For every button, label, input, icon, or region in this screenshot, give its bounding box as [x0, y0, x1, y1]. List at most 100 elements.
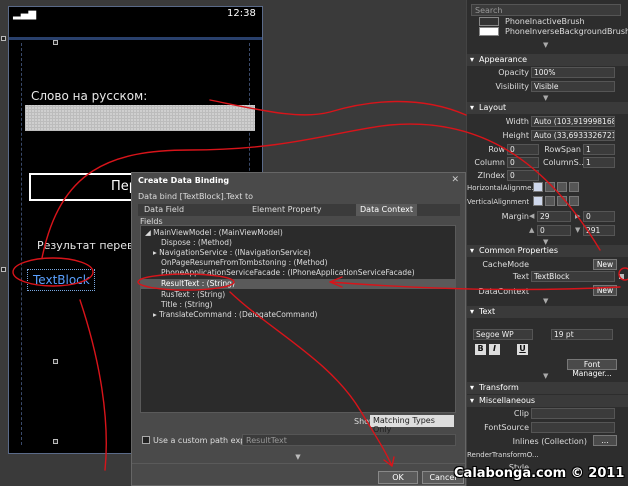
inlines-label: Inlines (Collection): [512, 437, 587, 446]
cachemode-label: CacheMode: [482, 260, 529, 269]
brush-swatch: [479, 17, 499, 26]
opacity-field[interactable]: 100%: [531, 67, 615, 78]
columnspan-field[interactable]: 1: [583, 157, 615, 168]
zindex-field[interactable]: 0: [507, 170, 539, 181]
advanced-options-marker[interactable]: [619, 274, 624, 279]
underline-button[interactable]: U: [517, 344, 528, 355]
chevron-down-icon[interactable]: ▼: [543, 41, 548, 49]
tab-data-context[interactable]: Data Context: [356, 204, 417, 216]
section-transform[interactable]: Transform: [467, 382, 628, 394]
brush-name: PhoneInactiveBrush: [505, 17, 585, 26]
datacontext-label: DataContext: [478, 287, 529, 296]
align-left-icon[interactable]: [533, 182, 543, 192]
grid-line: [21, 43, 22, 445]
create-data-binding-dialog: Create Data Binding ✕ Data bind [TextBlo…: [131, 172, 466, 486]
inlines-edit-button[interactable]: ...: [593, 435, 617, 446]
width-field[interactable]: Auto (103,9199981689...: [531, 116, 615, 127]
watermark: Calabonga.com © 2011: [454, 466, 625, 481]
tree-item[interactable]: ◢ MainViewModel : (MainViewModel): [141, 228, 455, 238]
section-miscellaneous[interactable]: Miscellaneous: [467, 395, 628, 407]
title-bar: [9, 37, 262, 40]
section-layout[interactable]: Layout: [467, 102, 628, 114]
tab-data-field[interactable]: Data Field: [140, 204, 188, 216]
halign-label: HorizontalAlignme...: [467, 184, 539, 192]
visibility-label: Visibility: [495, 82, 529, 91]
clip-field[interactable]: [531, 408, 615, 419]
show-filter-select[interactable]: Matching Types Only: [370, 415, 454, 434]
tree-item[interactable]: PhoneApplicationServiceFacade : (IPhoneA…: [141, 268, 455, 278]
align-center-icon[interactable]: [545, 182, 555, 192]
align-right-icon[interactable]: [557, 182, 567, 192]
custom-path-input[interactable]: ResultText: [242, 434, 456, 446]
close-icon[interactable]: ✕: [451, 175, 459, 185]
opacity-label: Opacity: [498, 68, 529, 77]
width-label: Width: [505, 117, 529, 126]
align-top-icon[interactable]: [533, 196, 543, 206]
section-common-properties[interactable]: Common Properties: [467, 245, 628, 257]
height-label: Height: [502, 131, 529, 140]
tree-item[interactable]: ▸ TranslateCommand : (DelegateCommand): [141, 310, 455, 320]
font-manager-button[interactable]: Font Manager...: [567, 359, 617, 378]
properties-panel: Search PhoneInactiveBrush PhoneInverseBa…: [466, 0, 628, 486]
resize-handle[interactable]: [53, 359, 58, 364]
selection-handle[interactable]: [1, 36, 6, 41]
font-size-select[interactable]: 19 pt: [551, 329, 613, 340]
result-textblock[interactable]: TextBlock: [27, 269, 95, 291]
arrow-down-icon: ▼: [575, 226, 581, 234]
cachemode-new-button[interactable]: New: [593, 259, 617, 270]
selection-handle[interactable]: [1, 267, 6, 272]
column-field[interactable]: 0: [507, 157, 539, 168]
align-stretch-icon[interactable]: [569, 182, 579, 192]
row-field[interactable]: 0: [507, 144, 539, 155]
align-middle-icon[interactable]: [545, 196, 555, 206]
resize-handle[interactable]: [53, 439, 58, 444]
margin-top-field[interactable]: 0: [537, 225, 571, 236]
rendertransformorigin-label: RenderTransformO...: [467, 451, 539, 459]
tree-item[interactable]: Dispose : (Method): [141, 238, 455, 248]
row-label: Row: [488, 145, 505, 154]
tree-item[interactable]: Title : (String): [141, 300, 455, 310]
russian-word-input[interactable]: [25, 105, 255, 131]
columnspan-label: ColumnS...: [543, 158, 587, 167]
visibility-select[interactable]: Visible: [531, 81, 615, 92]
rowspan-field[interactable]: 1: [583, 144, 615, 155]
tree-item[interactable]: OnPageResumeFromTombstoning : (Method): [141, 258, 455, 268]
italic-button[interactable]: I: [489, 344, 500, 355]
chevron-down-icon[interactable]: ▼: [543, 297, 548, 305]
align-bottom-icon[interactable]: [557, 196, 567, 206]
chevron-down-icon[interactable]: ▼: [543, 94, 548, 102]
datacontext-new-button[interactable]: New: [593, 285, 617, 296]
clock: 12:38: [227, 8, 256, 19]
tree-item[interactable]: ▸ NavigationService : (INavigationServic…: [141, 248, 455, 258]
property-search-input[interactable]: Search: [471, 4, 621, 16]
margin-left-field[interactable]: 29: [537, 211, 571, 222]
section-text[interactable]: Text: [467, 306, 628, 318]
section-appearance[interactable]: Appearance: [467, 54, 628, 66]
fontsource-label: FontSource: [484, 423, 529, 432]
align-vstretch-icon[interactable]: [569, 196, 579, 206]
chevron-down-icon[interactable]: ▼: [543, 372, 548, 380]
bold-button[interactable]: B: [475, 344, 486, 355]
resize-handle[interactable]: [53, 40, 58, 45]
fontsource-field[interactable]: [531, 422, 615, 433]
chevron-down-icon[interactable]: ▼: [140, 453, 456, 461]
arrow-up-icon: ▲: [529, 226, 535, 234]
brush-swatch: [479, 27, 499, 36]
custom-path-checkbox[interactable]: [142, 436, 150, 444]
signal-icon: ▂▄▆: [13, 9, 37, 20]
margin-right-field[interactable]: 0: [583, 211, 615, 222]
valign-label: VerticalAlignment: [467, 198, 530, 206]
text-field[interactable]: TextBlock: [531, 271, 615, 282]
ok-button[interactable]: OK: [378, 471, 418, 484]
tab-element-property[interactable]: Element Property: [248, 204, 326, 216]
brush-item[interactable]: PhoneInverseBackgroundBrush: [471, 26, 628, 38]
tree-item[interactable]: RusText : (String): [141, 290, 455, 300]
dialog-title: Create Data Binding: [138, 176, 230, 185]
height-field[interactable]: Auto (33,6933326721...: [531, 130, 615, 141]
font-family-select[interactable]: Segoe WP: [473, 329, 533, 340]
binding-tabs: Data Field Element Property Data Context: [138, 204, 460, 216]
tree-item-selected[interactable]: ResultText : (String): [141, 279, 455, 289]
arrow-right-icon: ▶: [575, 212, 581, 220]
fields-tree: ◢ MainViewModel : (MainViewModel) Dispos…: [140, 225, 456, 413]
margin-bottom-field[interactable]: 291: [583, 225, 615, 236]
